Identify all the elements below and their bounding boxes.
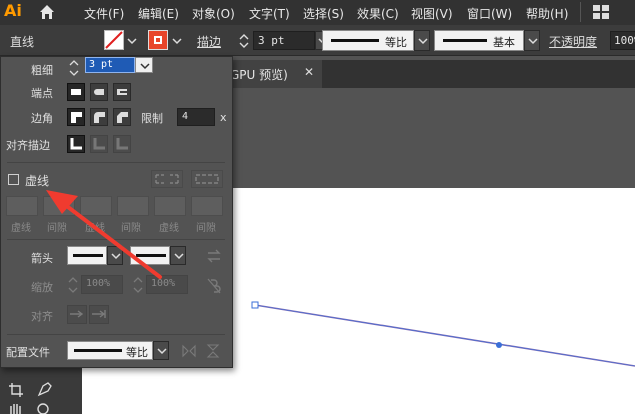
annotation-layer	[46, 190, 162, 279]
annotation-arrow-shaft	[62, 202, 162, 279]
